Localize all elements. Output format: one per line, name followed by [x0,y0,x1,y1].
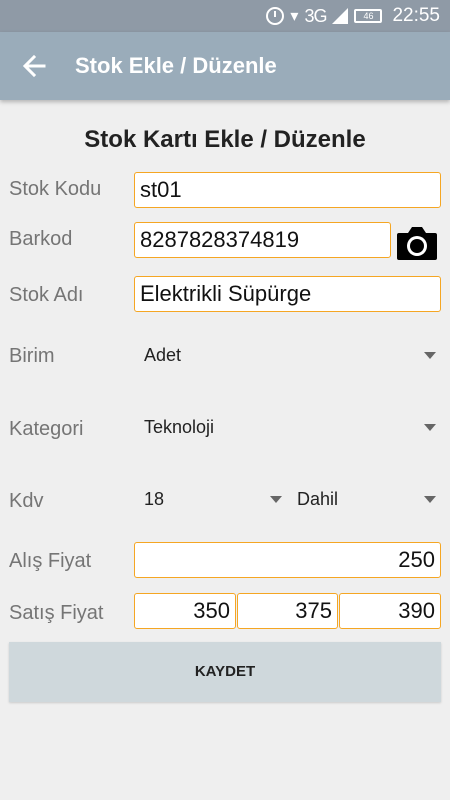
app-bar: Stok Ekle / Düzenle [0,32,450,100]
alarm-clock-icon [266,7,285,25]
kdv-mode-selected: Dahil [297,489,339,509]
barkod-label: Barkod [9,228,73,250]
save-button[interactable]: KAYDET [9,642,441,702]
status-bar: ▾ 3G 46 22:55 [0,0,450,32]
stok-kodu-input[interactable]: st01 [134,172,441,208]
arrow-left-icon [22,54,46,78]
battery-icon: 46 [354,9,383,23]
dropdown-arrow-icon [424,424,436,431]
back-button[interactable] [14,46,54,86]
wifi-icon: ▾ [290,8,299,25]
satis-fiyat-2-input[interactable]: 375 [237,593,338,629]
birim-selected: Adet [144,345,182,365]
camera-icon [397,227,437,260]
alis-fiyat-input[interactable]: 250 [134,542,441,578]
app-bar-title: Stok Ekle / Düzenle [75,53,277,78]
camera-button[interactable] [396,224,438,262]
form-title: Stok Kartı Ekle / Düzenle [84,126,366,153]
cell-signal-icon [332,8,349,24]
kategori-selected: Teknoloji [144,417,215,437]
network-type: 3G [304,5,327,26]
kdv-rate-selected: 18 [144,489,165,509]
status-time: 22:55 [392,5,440,26]
dropdown-arrow-icon [424,352,436,359]
satis-fiyat-1-input[interactable]: 350 [134,593,236,629]
kategori-label: Kategori [9,418,84,440]
dropdown-arrow-icon [424,496,436,503]
stok-adi-input[interactable]: Elektrikli Süpürge [134,276,441,312]
dropdown-arrow-icon [270,496,282,503]
birim-label: Birim [9,345,55,367]
satis-fiyat-3-input[interactable]: 390 [339,593,441,629]
satis-fiyat-label: Satış Fiyat [9,602,104,624]
barkod-input[interactable]: 8287828374819 [134,222,391,258]
alis-fiyat-label: Alış Fiyat [9,550,92,572]
kdv-mode-dropdown[interactable]: Dahil [297,484,436,514]
birim-dropdown[interactable]: Adet [144,340,436,370]
stok-kodu-label: Stok Kodu [9,178,102,200]
kdv-label: Kdv [9,490,44,512]
kategori-dropdown[interactable]: Teknoloji [144,412,436,442]
stok-adi-label: Stok Adı [9,284,84,306]
kdv-rate-dropdown[interactable]: 18 [144,484,282,514]
status-icons: ▾ 3G 46 22:55 [266,5,440,27]
